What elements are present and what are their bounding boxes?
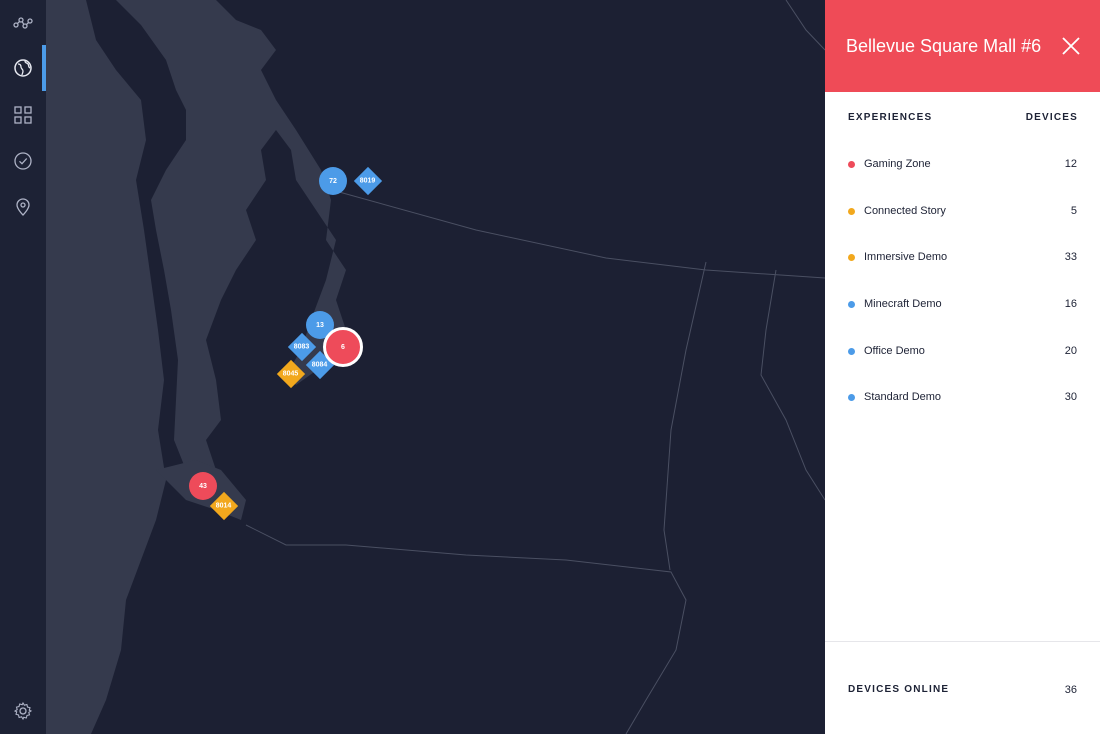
devices-header: DEVICES xyxy=(1025,112,1078,123)
experience-name: Office Demo xyxy=(864,345,925,357)
experience-name: Standard Demo xyxy=(864,391,942,403)
list-item[interactable]: Office Demo 20 xyxy=(825,341,1100,361)
device-count: 20 xyxy=(1064,345,1077,357)
marker-label: 8045 xyxy=(283,370,299,378)
marker-label: 72 xyxy=(329,177,337,185)
marker-label: 8084 xyxy=(312,361,328,369)
map-marker-selected[interactable]: 6 xyxy=(323,327,363,367)
marker-label: 8083 xyxy=(294,343,310,351)
list-item[interactable]: Connected Story 5 xyxy=(825,201,1100,221)
experience-name: Gaming Zone xyxy=(864,158,931,170)
close-icon xyxy=(1062,37,1080,55)
sidebar-item-globe[interactable] xyxy=(0,45,46,91)
status-dot xyxy=(848,208,855,215)
status-dot xyxy=(848,394,855,401)
close-button[interactable] xyxy=(1060,35,1082,57)
sidebar-item-location[interactable] xyxy=(0,184,46,230)
device-count: 30 xyxy=(1064,391,1077,403)
map-landmass xyxy=(46,0,825,734)
experience-name: Connected Story xyxy=(864,205,946,217)
gear-icon xyxy=(13,701,33,721)
grid-icon xyxy=(14,106,32,124)
map-view[interactable]: 72 8019 13 8083 8084 6 8045 43 8014 xyxy=(46,0,825,734)
check-circle-icon xyxy=(14,152,32,170)
divider xyxy=(825,641,1100,642)
panel-header: Bellevue Square Mall #6 xyxy=(825,0,1100,92)
device-count: 12 xyxy=(1064,158,1077,170)
globe-icon xyxy=(14,59,32,77)
status-dot xyxy=(848,348,855,355)
device-count: 16 xyxy=(1064,298,1077,310)
marker-label: 13 xyxy=(316,321,324,329)
marker-label: 8014 xyxy=(216,502,232,510)
devices-online-label: DEVICES ONLINE xyxy=(848,684,950,695)
settings-button[interactable] xyxy=(0,688,46,734)
list-item[interactable]: Gaming Zone 12 xyxy=(825,154,1100,174)
status-dot xyxy=(848,254,855,261)
network-icon xyxy=(13,17,33,29)
map-marker-cluster[interactable]: 72 xyxy=(319,167,347,195)
panel-title: Bellevue Square Mall #6 xyxy=(846,36,1042,56)
experiences-header: EXPERIENCES xyxy=(848,112,933,123)
list-item[interactable]: Minecraft Demo 16 xyxy=(825,294,1100,314)
location-pin-icon xyxy=(16,198,30,216)
experience-name: Immersive Demo xyxy=(864,251,948,263)
status-dot xyxy=(848,301,855,308)
experience-name: Minecraft Demo xyxy=(864,298,942,310)
device-count: 33 xyxy=(1064,251,1077,263)
map-marker-cluster[interactable]: 43 xyxy=(189,472,217,500)
sidebar-item-grid[interactable] xyxy=(0,92,46,138)
devices-online-count: 36 xyxy=(1064,684,1077,696)
sidebar-item-network[interactable] xyxy=(0,0,46,46)
marker-label: 6 xyxy=(341,343,345,351)
sidebar xyxy=(0,0,46,734)
list-item[interactable]: Standard Demo 30 xyxy=(825,387,1100,407)
device-count: 5 xyxy=(1070,205,1077,217)
status-dot xyxy=(848,161,855,168)
location-detail-panel: Bellevue Square Mall #6 EXPERIENCES DEVI… xyxy=(825,0,1100,734)
marker-label: 8019 xyxy=(360,177,376,185)
sidebar-item-check[interactable] xyxy=(0,138,46,184)
list-item[interactable]: Immersive Demo 33 xyxy=(825,247,1100,267)
marker-label: 43 xyxy=(199,482,207,490)
